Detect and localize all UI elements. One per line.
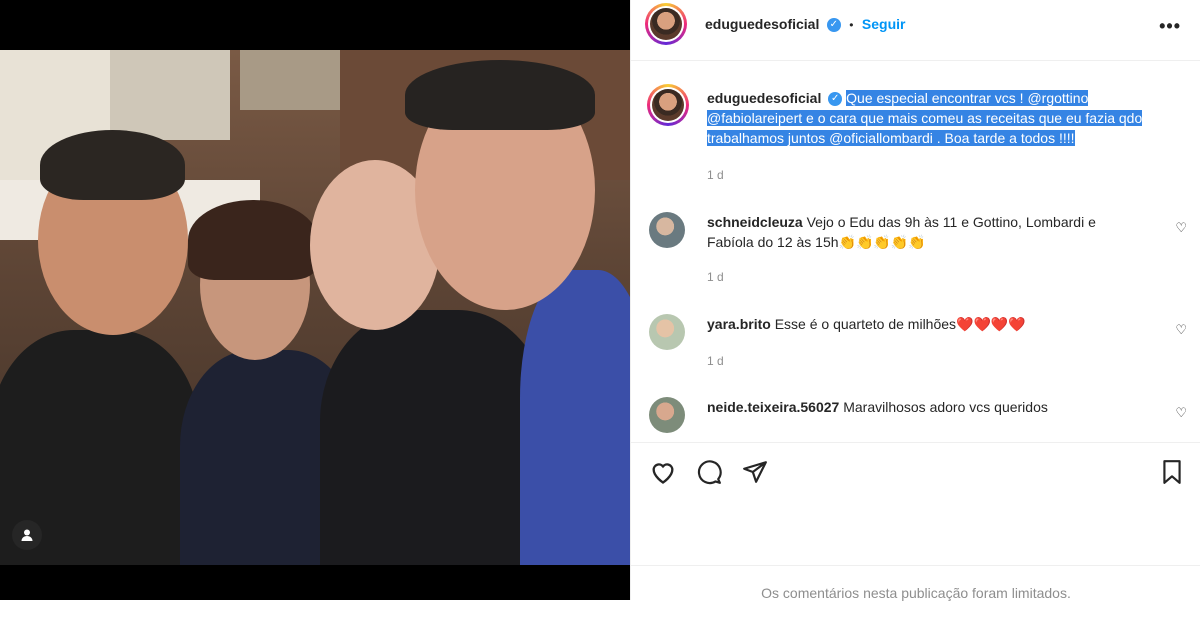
heart-icon[interactable]: ♡ [1175,322,1187,338]
comment-body: neide.teixeira.56027 Maravilhosos adoro … [707,397,1137,417]
header-username[interactable]: eduguedesoficial [705,16,819,32]
caption-avatar[interactable] [647,84,689,126]
post-media-panel [0,0,630,600]
comment-icon[interactable] [695,459,723,485]
comment-avatar[interactable] [649,314,685,350]
heart-icon[interactable] [649,459,677,485]
comment-time[interactable]: 1 d [707,270,724,284]
action-bar [631,442,1200,503]
comment-time[interactable]: 1 d [707,354,724,368]
caption-username[interactable]: eduguedesoficial [707,90,821,106]
person-older-sweater [320,310,550,565]
post-photo[interactable] [0,50,630,565]
comment-body: yara.brito Esse é o quarteto de milhões❤… [707,314,1137,334]
comment-text: Maravilhosos adoro vcs queridos [843,399,1048,415]
verified-icon: ✓ [826,17,841,32]
caption-time[interactable]: 1 d [707,168,724,182]
follow-button[interactable]: Seguir [862,16,906,32]
comments-limited-notice: Os comentários nesta publicação foram li… [631,565,1200,601]
heart-icon[interactable]: ♡ [1175,405,1187,421]
comment-text: Esse é o quarteto de milhões❤️❤️❤️❤️ [774,316,1026,332]
comment-username[interactable]: neide.teixeira.56027 [707,399,839,415]
verified-icon: ✓ [828,92,843,107]
user-tag-icon [21,529,33,541]
person-right-hair [405,60,595,130]
more-icon[interactable]: ••• [1159,16,1181,37]
background-window [240,50,350,110]
caption-body: eduguedesoficial ✓ Que especial encontra… [707,88,1177,148]
header-author-row: eduguedesoficial ✓ • Seguir [705,16,906,34]
comment-username[interactable]: schneidcleuza [707,214,803,230]
comment-body: schneidcleuza Vejo o Edu das 9h às 11 e … [707,212,1137,252]
header-separator: • [849,18,854,32]
comment-username[interactable]: yara.brito [707,316,771,332]
comment-avatar[interactable] [649,397,685,433]
background-window [110,50,230,140]
user-tag-button[interactable] [12,520,42,550]
post-header: eduguedesoficial ✓ • Seguir ••• [631,0,1200,61]
author-avatar[interactable] [645,3,687,45]
share-icon[interactable] [741,459,769,485]
person-left-hair [40,130,185,200]
bookmark-icon[interactable] [1159,459,1185,485]
comment-avatar[interactable] [649,212,685,248]
person-right-shirt [520,270,630,565]
heart-icon[interactable]: ♡ [1175,220,1187,236]
person-woman-hair [188,200,318,280]
post-details-panel: eduguedesoficial ✓ • Seguir ••• eduguede… [630,0,1200,601]
